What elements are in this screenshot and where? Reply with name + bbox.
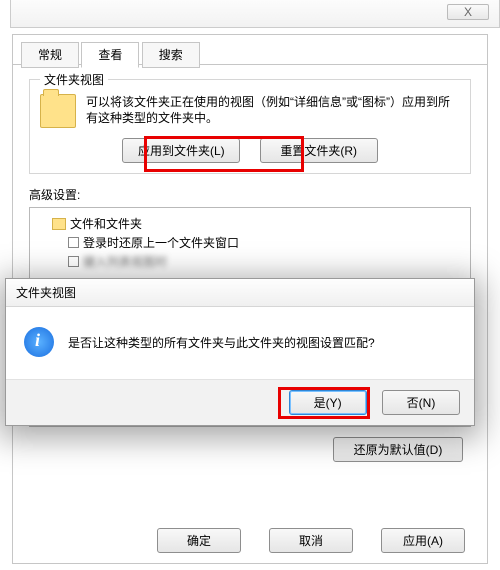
close-icon[interactable]: X (447, 4, 489, 20)
tab-strip: 常规 查看 搜索 (13, 41, 487, 65)
confirm-dialog: 文件夹视图 是否让这种类型的所有文件夹与此文件夹的视图设置匹配? 是(Y) 否(… (5, 278, 475, 426)
apply-button[interactable]: 应用(A) (381, 528, 465, 553)
tree-item-label: 登录时还原上一个文件夹窗口 (83, 234, 239, 251)
confirm-dialog-title: 文件夹视图 (6, 279, 474, 307)
checkbox-icon[interactable] (68, 256, 79, 267)
tree-item[interactable]: 键入列表视图时 (38, 252, 462, 271)
tree-item[interactable]: 登录时还原上一个文件夹窗口 (38, 233, 462, 252)
cancel-button[interactable]: 取消 (269, 528, 353, 553)
outer-titlebar: X (10, 0, 500, 28)
tab-view[interactable]: 查看 (81, 42, 139, 68)
folder-small-icon (52, 218, 66, 230)
dialog-buttons-row: 确定 取消 应用(A) (149, 528, 473, 553)
checkbox-icon[interactable] (68, 237, 79, 248)
tab-search[interactable]: 搜索 (142, 42, 200, 68)
folder-view-description: 可以将该文件夹正在使用的视图（例如“详细信息”或“图标”）应用到所有这种类型的文… (86, 94, 460, 128)
no-button[interactable]: 否(N) (382, 390, 460, 415)
yes-button[interactable]: 是(Y) (289, 390, 367, 415)
folder-view-legend: 文件夹视图 (40, 71, 108, 88)
tab-general[interactable]: 常规 (21, 42, 79, 68)
tree-item-label: 文件和文件夹 (70, 215, 142, 232)
restore-defaults-button[interactable]: 还原为默认值(D) (333, 437, 463, 462)
folder-icon (40, 94, 76, 128)
info-icon (24, 327, 54, 357)
reset-folders-button[interactable]: 重置文件夹(R) (260, 138, 378, 163)
folder-view-group: 文件夹视图 可以将该文件夹正在使用的视图（例如“详细信息”或“图标”）应用到所有… (29, 79, 471, 174)
advanced-settings-label: 高级设置: (29, 186, 487, 203)
ok-button[interactable]: 确定 (157, 528, 241, 553)
apply-to-folders-button[interactable]: 应用到文件夹(L) (122, 138, 240, 163)
confirm-dialog-message: 是否让这种类型的所有文件夹与此文件夹的视图设置匹配? (68, 334, 375, 351)
confirm-dialog-buttons: 是(Y) 否(N) (6, 379, 474, 425)
tree-item-label: 键入列表视图时 (83, 253, 167, 270)
tree-item[interactable]: 文件和文件夹 (38, 214, 462, 233)
